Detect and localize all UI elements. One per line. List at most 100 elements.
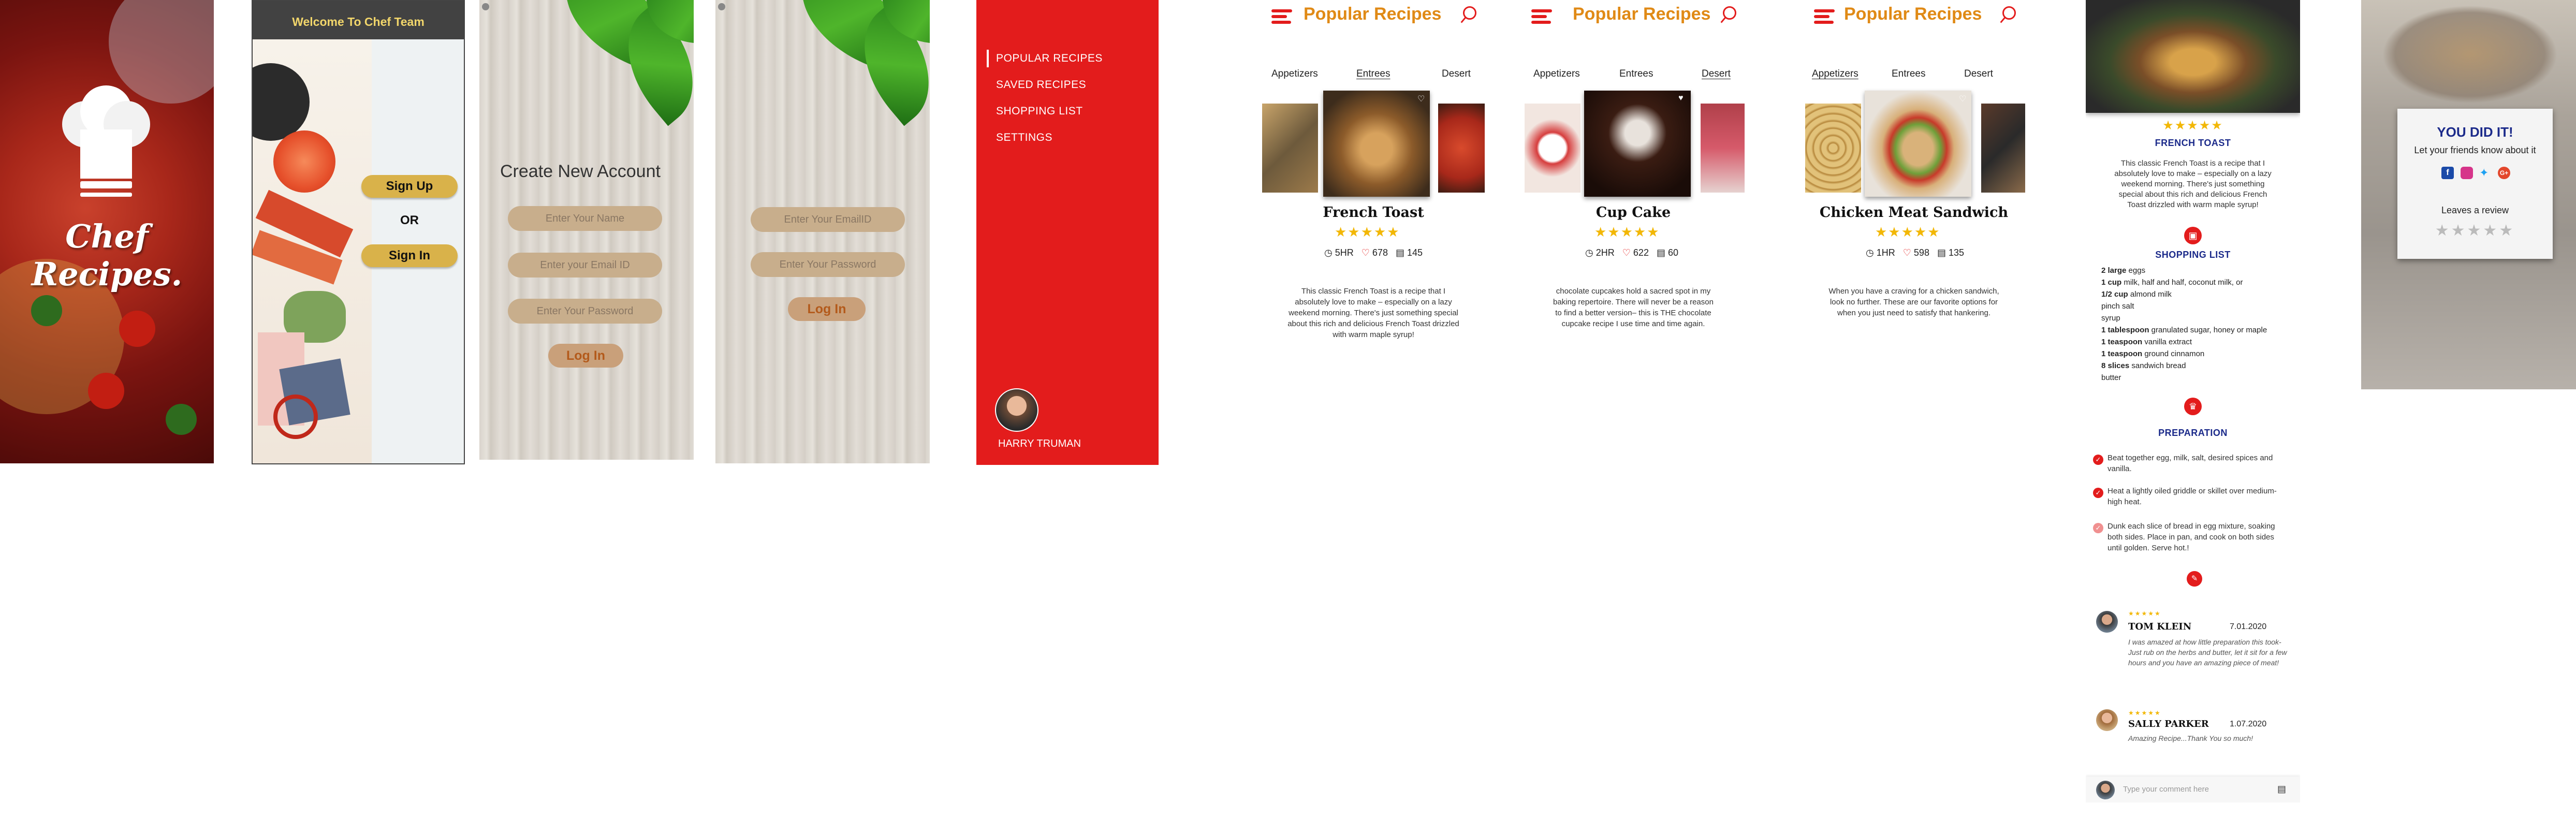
- search-icon[interactable]: [1463, 6, 1476, 20]
- comment-icon[interactable]: ▤: [1657, 247, 1665, 258]
- back-icon[interactable]: [482, 3, 489, 10]
- email-field[interactable]: Enter Your EmailID: [751, 207, 905, 232]
- create-account-title: Create New Account: [500, 162, 661, 181]
- review-text: I was amazed at how little preparation t…: [2128, 638, 2287, 667]
- password-field[interactable]: Enter Your Password: [751, 252, 905, 277]
- ingredient-item: 1 teaspoon vanilla extract: [2101, 338, 2192, 346]
- facebook-icon[interactable]: f: [2441, 167, 2454, 179]
- review-stars: ★★★★★: [2128, 709, 2161, 717]
- recipe-card-cup-cake[interactable]: [1584, 91, 1691, 197]
- check-icon[interactable]: ✓: [2093, 455, 2103, 465]
- recipe-card-next[interactable]: [1438, 104, 1485, 193]
- or-separator: OR: [400, 213, 419, 227]
- preparation-title: PREPARATION: [2158, 428, 2228, 438]
- tab-entrees[interactable]: Entrees: [1619, 68, 1653, 80]
- search-icon[interactable]: [1723, 6, 1736, 20]
- hamburger-menu-icon[interactable]: [1271, 9, 1292, 25]
- recipe-meta: ◷ 1HR ♡ 598 ▤ 135: [1866, 247, 1964, 258]
- timer-icon: ◷: [1585, 247, 1593, 258]
- review-stars: ★★★★★: [2128, 610, 2161, 617]
- recipe-card-chicken-sandwich[interactable]: [1865, 91, 1971, 197]
- sign-up-button[interactable]: Sign Up: [361, 175, 458, 198]
- page-title: Popular Recipes: [1844, 4, 1982, 24]
- likes-count: 598: [1913, 247, 1929, 258]
- instagram-icon[interactable]: [2461, 167, 2473, 179]
- avatar[interactable]: [995, 388, 1038, 432]
- menu-item-popular-recipes[interactable]: POPULAR RECIPES: [996, 52, 1103, 65]
- email-field[interactable]: Enter your Email ID: [508, 253, 662, 277]
- sign-in-button[interactable]: Sign In: [361, 244, 458, 267]
- review-date: 1.07.2020: [2230, 720, 2267, 728]
- heart-icon[interactable]: ♡: [1362, 247, 1370, 258]
- create-account-screen: Create New Account Enter Your Name Enter…: [479, 0, 694, 460]
- recipe-card-prev[interactable]: [1805, 104, 1861, 193]
- name-field[interactable]: Enter Your Name: [508, 206, 662, 231]
- menu-item-saved-recipes[interactable]: SAVED RECIPES: [996, 79, 1086, 91]
- reviewer-name: SALLY PARKER: [2128, 719, 2209, 729]
- tab-appetizers[interactable]: Appetizers: [1812, 68, 1858, 80]
- ingredient-item: syrup: [2101, 314, 2120, 323]
- ingredient-item: 1 tablespoon granulated sugar, honey or …: [2101, 326, 2267, 334]
- tab-desert[interactable]: Desert: [1964, 68, 1993, 80]
- comments-count: 135: [1949, 247, 1965, 258]
- twitter-icon[interactable]: ✦: [2479, 167, 2492, 179]
- welcome-screen: Welcome To Chef Team Sign Up OR Sign In: [252, 0, 465, 464]
- tab-desert[interactable]: Desert: [1442, 68, 1471, 80]
- check-icon[interactable]: ✓: [2093, 523, 2103, 533]
- page-title: Popular Recipes: [1573, 4, 1711, 24]
- tab-appetizers[interactable]: Appetizers: [1533, 68, 1580, 80]
- check-icon[interactable]: ✓: [2093, 488, 2103, 498]
- recipe-card-next[interactable]: [1701, 104, 1745, 193]
- comments-icon: ✎: [2187, 571, 2202, 587]
- completion-title: YOU DID IT!: [2437, 124, 2513, 140]
- cook-time: 5HR: [1335, 247, 1354, 258]
- recipe-description: This classic French Toast is a recipe th…: [2114, 159, 2272, 209]
- heart-icon[interactable]: ♡: [1903, 247, 1911, 258]
- tab-entrees[interactable]: Entrees: [1356, 68, 1390, 80]
- search-icon[interactable]: [2002, 6, 2016, 20]
- comment-icon[interactable]: ▤: [1396, 247, 1404, 258]
- background-basil: [31, 295, 62, 326]
- tab-entrees[interactable]: Entrees: [1892, 68, 1925, 80]
- completion-subtitle: Let your friends know about it: [2414, 145, 2536, 155]
- favorite-icon[interactable]: ♡: [1417, 94, 1425, 104]
- hamburger-menu-icon[interactable]: [1531, 9, 1552, 25]
- ingredient-item: 1 cup milk, half and half, coconut milk,…: [2101, 278, 2243, 287]
- recipe-list-desert-screen: Popular Recipes Appetizers Entrees Deser…: [1522, 0, 1745, 352]
- recipe-card-french-toast[interactable]: [1323, 91, 1430, 197]
- background-pepperoni: [88, 373, 124, 409]
- comment-input[interactable]: Type your comment here: [2123, 785, 2273, 794]
- recipe-card-next[interactable]: [1981, 104, 2025, 193]
- recipe-meta: ◷ 5HR ♡ 678 ▤ 145: [1324, 247, 1423, 258]
- password-field[interactable]: Enter Your Password: [508, 299, 662, 324]
- menu-item-settings[interactable]: SETTINGS: [996, 132, 1052, 144]
- recipe-description: chocolate cupcakes hold a sacred spot in…: [1553, 287, 1714, 328]
- rating-stars: ★★★★★: [2162, 119, 2223, 133]
- tab-appetizers[interactable]: Appetizers: [1271, 68, 1318, 80]
- review-prompt: Leaves a review: [2441, 205, 2509, 215]
- completion-modal: YOU DID IT! Let your friends know about …: [2397, 109, 2553, 259]
- heart-icon[interactable]: ♡: [1622, 247, 1631, 258]
- comment-icon[interactable]: ▤: [1937, 247, 1946, 258]
- login-screen: Enter Your EmailID Enter Your Password L…: [715, 0, 930, 463]
- recipe-card-prev[interactable]: [1525, 104, 1580, 193]
- send-icon[interactable]: ▤: [2277, 784, 2286, 795]
- favorite-icon[interactable]: ♡: [1959, 94, 1966, 104]
- reviewer-name: TOM KLEIN: [2128, 621, 2192, 632]
- splash-screen: Chef Recipes.: [0, 0, 214, 463]
- review-stars-input[interactable]: ★★★★★: [2397, 222, 2553, 240]
- menu-item-shopping-list[interactable]: SHOPPING LIST: [996, 105, 1083, 118]
- tab-desert[interactable]: Desert: [1702, 68, 1731, 80]
- hamburger-menu-icon[interactable]: [1814, 9, 1835, 25]
- timer-icon: ◷: [1324, 247, 1333, 258]
- page-title: Popular Recipes: [1304, 4, 1442, 24]
- active-indicator: [987, 50, 989, 67]
- background-basil: [166, 404, 197, 435]
- login-button[interactable]: Log In: [788, 297, 866, 321]
- favorite-icon[interactable]: ♥: [1678, 94, 1684, 103]
- recipe-card-prev[interactable]: [1262, 104, 1318, 193]
- login-button[interactable]: Log In: [548, 344, 623, 368]
- review-text: Amazing Recipe...Thank You so much!: [2128, 734, 2253, 742]
- google-plus-icon[interactable]: G+: [2498, 167, 2510, 179]
- back-icon[interactable]: [718, 3, 725, 10]
